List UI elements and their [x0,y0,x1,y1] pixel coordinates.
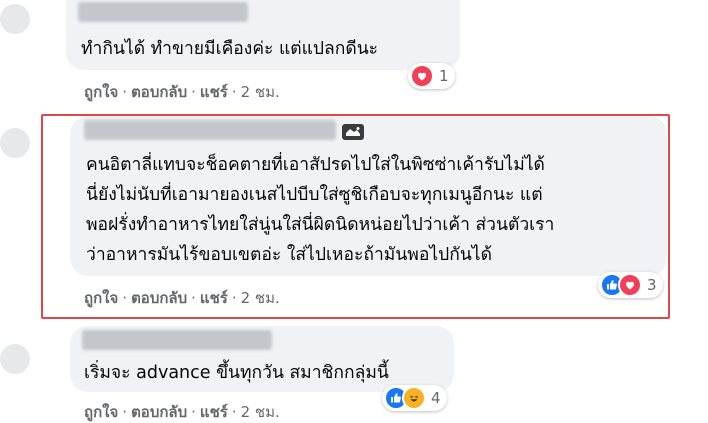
separator-dot: · [191,83,196,101]
share-link[interactable]: แชร์ [200,403,228,421]
commenter-avatar[interactable] [0,4,30,34]
haha-icon [402,386,426,410]
comment-text-line: เริ่มจะ advance ขึ้นทุกวัน สมาชิกกลุ่มนี… [84,363,389,383]
reaction-count: 4 [431,389,441,407]
commenter-name-redacted[interactable] [82,330,272,350]
separator-dot: · [122,403,128,421]
reply-link[interactable]: ตอบกลับ [131,403,187,421]
highlight-box [41,114,670,319]
separator-dot: · [231,83,237,101]
love-icon [410,64,434,88]
separator-dot: · [122,83,128,101]
reaction-count: 1 [439,67,449,85]
timestamp[interactable]: 2 ชม. [241,403,280,421]
comment-text: ทำกินได้ ทำขายมีเคืองค่ะ แต่แปลกดีนะ [81,37,378,62]
comment-actions: ถูกใจ · ตอบกลับ · แชร์ · 2 ชม. [84,403,280,421]
reply-link[interactable]: ตอบกลับ [131,83,187,101]
commenter-name-redacted[interactable] [78,2,248,22]
commenter-avatar[interactable] [0,344,30,374]
comment-bubble: ทำกินได้ ทำขายมีเคืองค่ะ แต่แปลกดีนะ [66,0,460,70]
separator-dot: · [231,403,237,421]
commenter-avatar[interactable] [0,128,30,158]
reaction-summary[interactable]: 4 [382,385,447,411]
comment-text-line: ทำกินได้ ทำขายมีเคืองค่ะ แต่แปลกดีนะ [81,39,379,59]
share-link[interactable]: แชร์ [200,83,228,101]
comment-text: เริ่มจะ advance ขึ้นทุกวัน สมาชิกกลุ่มนี… [84,361,389,386]
separator-dot: · [191,403,196,421]
comment-actions: ถูกใจ · ตอบกลับ · แชร์ · 2 ชม. [84,83,280,101]
like-link[interactable]: ถูกใจ [84,403,118,421]
reaction-summary[interactable]: 1 [408,63,455,89]
comment-bubble: เริ่มจะ advance ขึ้นทุกวัน สมาชิกกลุ่มนี… [70,326,454,392]
like-link[interactable]: ถูกใจ [84,83,118,101]
timestamp[interactable]: 2 ชม. [241,83,280,101]
